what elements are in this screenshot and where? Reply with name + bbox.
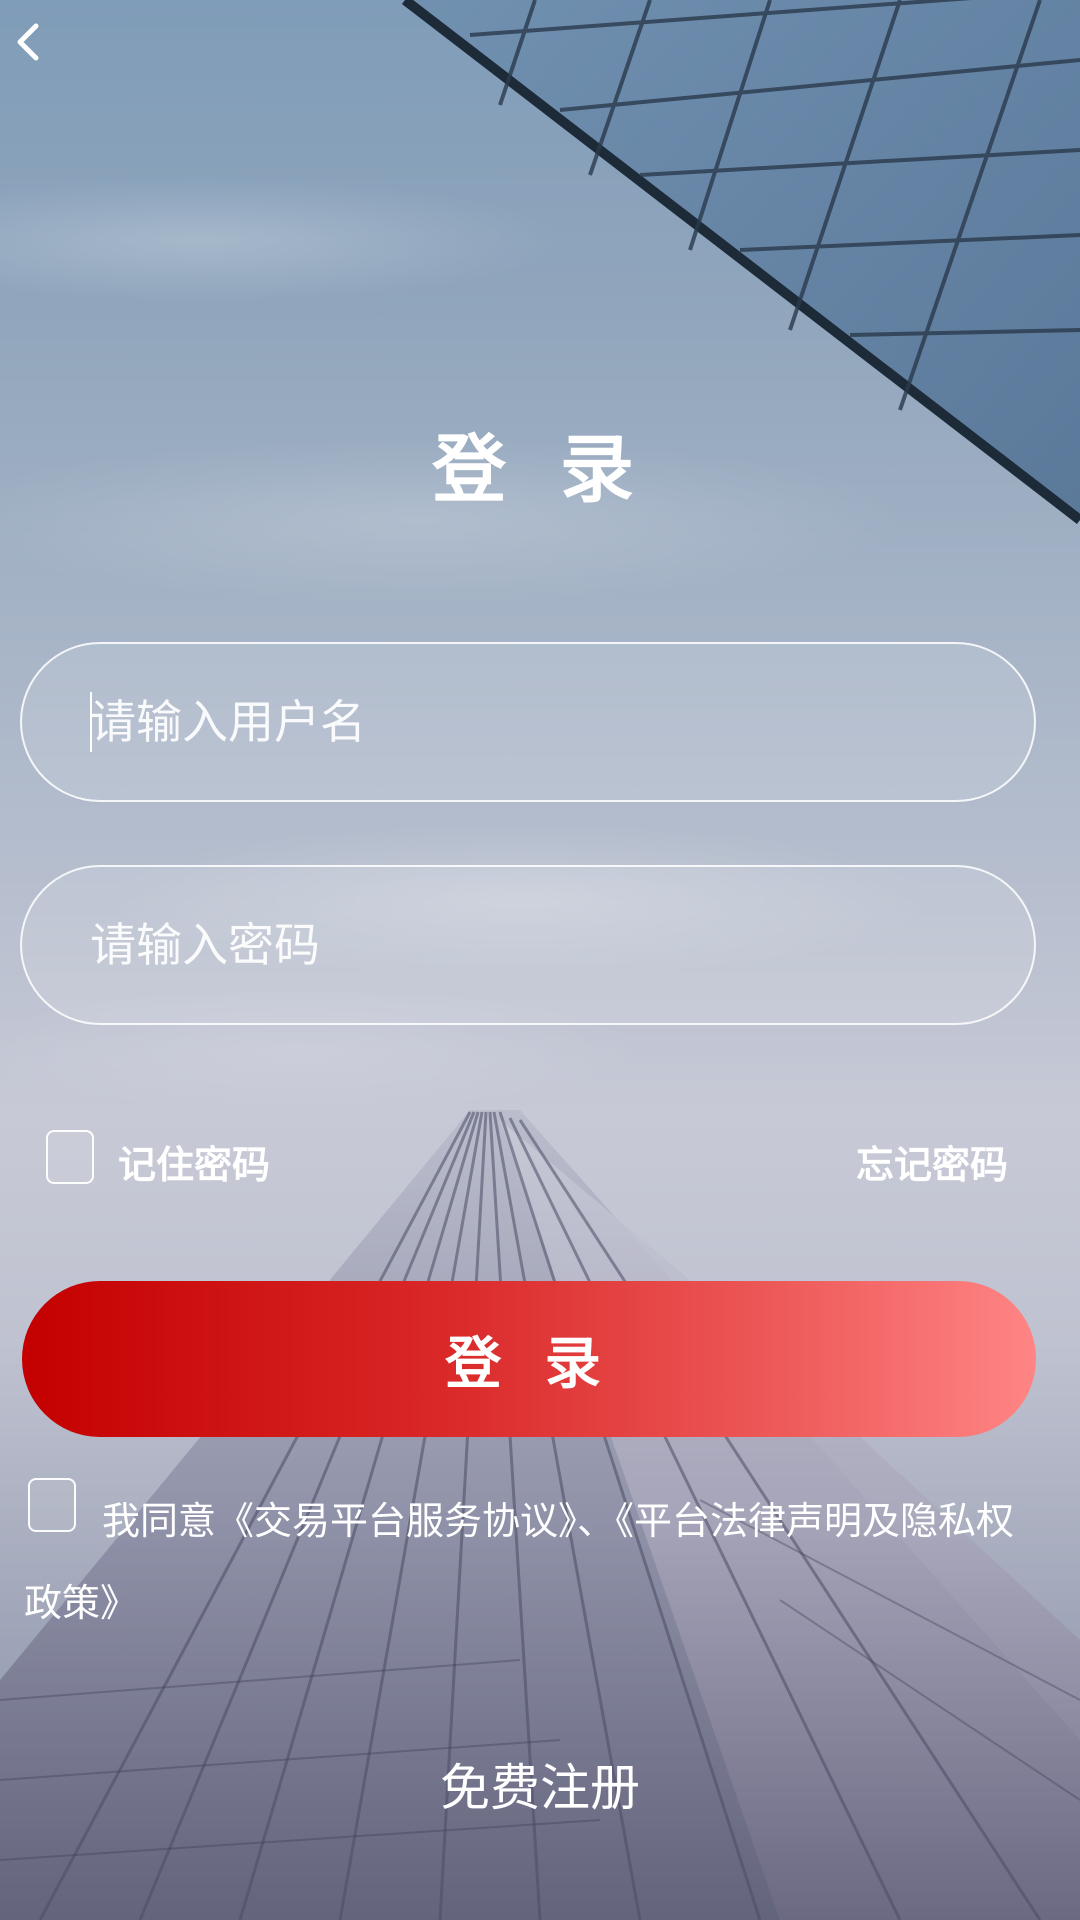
- remember-password-checkbox[interactable]: [46, 1130, 94, 1184]
- service-agreement-link[interactable]: 《交易平台服务协议》: [216, 1499, 577, 1543]
- password-field[interactable]: [20, 865, 1036, 1025]
- forgot-password-link[interactable]: 忘记密码: [856, 1134, 1008, 1189]
- chevron-left-icon: [17, 23, 39, 61]
- password-input[interactable]: [68, 867, 1010, 1023]
- agreement-prefix: 我同意: [102, 1499, 217, 1543]
- agreement-text: 我同意《交易平台服务协议》、《平台法律声明及隐私权政策》: [24, 1480, 1034, 1644]
- username-field[interactable]: [20, 642, 1036, 802]
- login-button[interactable]: 登 录: [22, 1281, 1036, 1437]
- username-input[interactable]: [68, 644, 1010, 800]
- remember-password-label[interactable]: 记住密码: [118, 1134, 270, 1189]
- register-link[interactable]: 免费注册: [0, 1748, 1080, 1820]
- agreement-separator: 、: [577, 1499, 616, 1543]
- page-title: 登 录: [432, 427, 648, 513]
- back-button[interactable]: [6, 14, 54, 70]
- login-screen: 登 录 记住密码 忘记密码 登 录 我同意《交易平台服务协议》、《平台法律声明及…: [0, 0, 1080, 1920]
